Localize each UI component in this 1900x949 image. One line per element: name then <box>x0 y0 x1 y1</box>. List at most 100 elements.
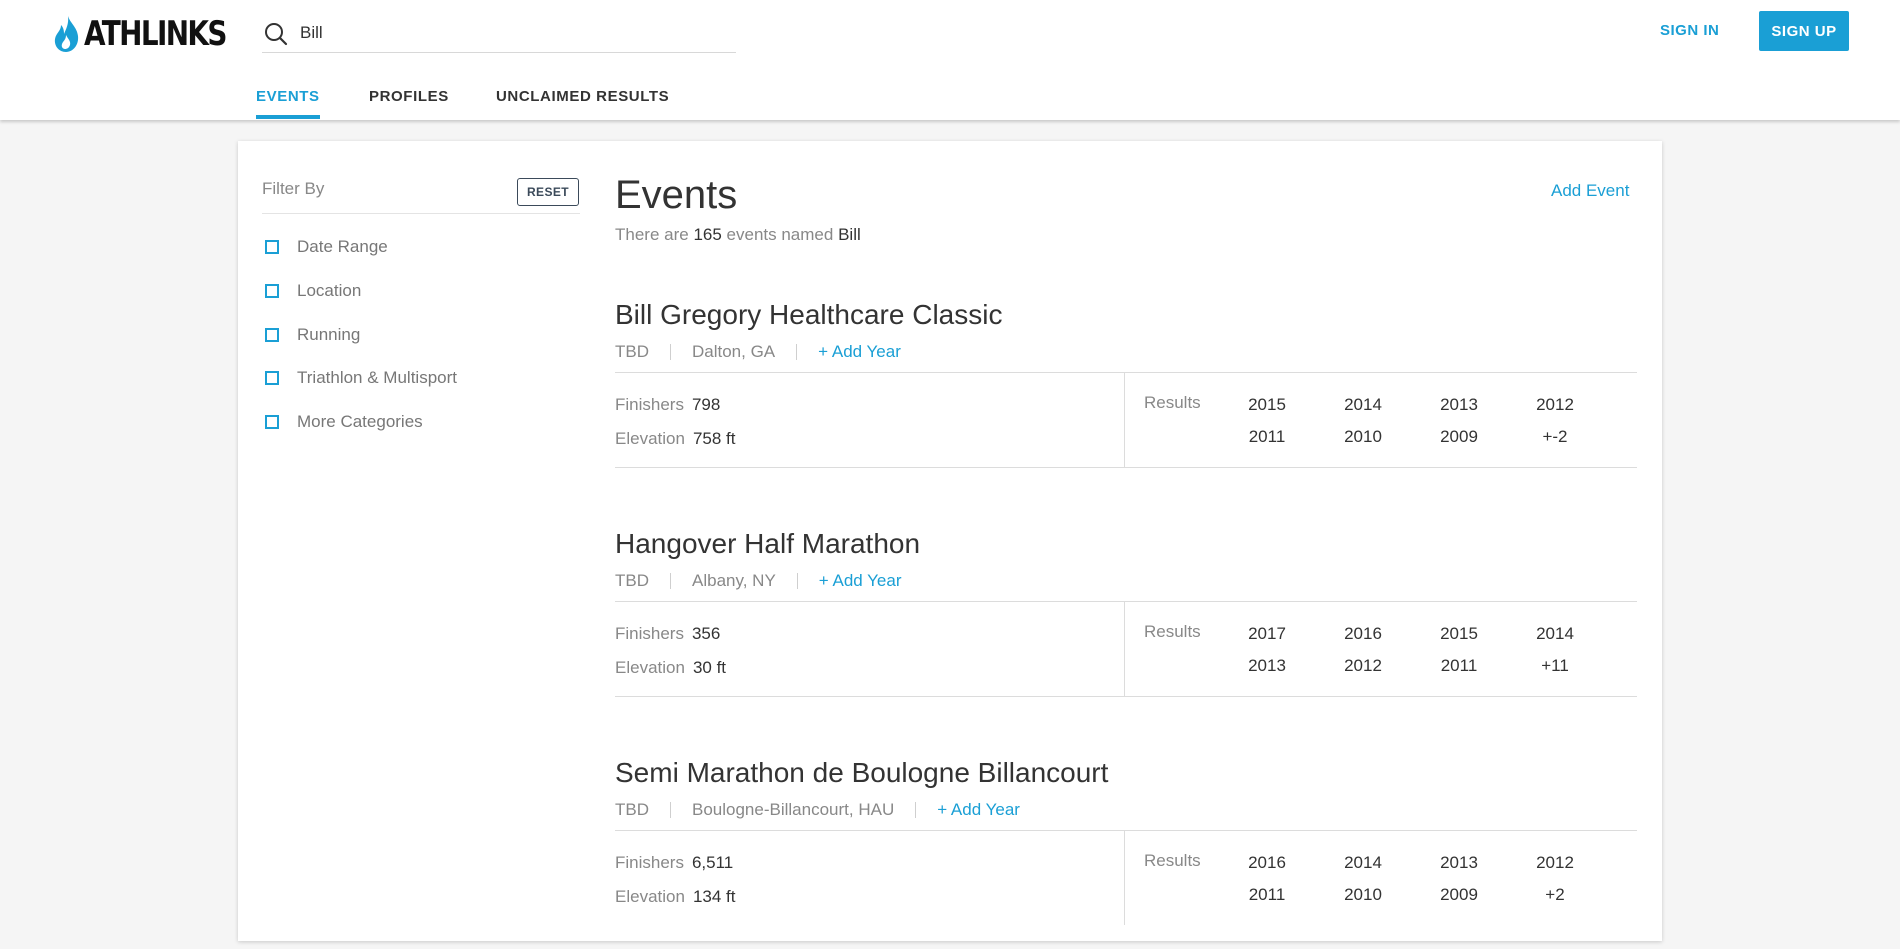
filter-running[interactable]: Running <box>265 324 360 346</box>
result-year-link[interactable]: 2015 <box>1429 624 1489 644</box>
filter-label: Location <box>297 281 362 300</box>
event-card: Bill Gregory Healthcare Classic TBD Dalt… <box>615 299 1637 491</box>
more-years-link[interactable]: +2 <box>1525 885 1585 905</box>
result-year-link[interactable]: 2010 <box>1333 885 1393 905</box>
event-meta: TBD Dalton, GA + Add Year <box>615 341 901 363</box>
result-year-link[interactable]: 2014 <box>1525 624 1585 644</box>
tab-events-label: EVENTS <box>256 88 320 105</box>
checkbox-icon[interactable] <box>265 240 279 254</box>
result-year-link[interactable]: 2011 <box>1429 656 1489 676</box>
result-year-link[interactable]: 2014 <box>1333 853 1393 873</box>
tab-events[interactable]: EVENTS <box>256 88 320 119</box>
checkbox-icon[interactable] <box>265 415 279 429</box>
filter-location[interactable]: Location <box>265 280 361 302</box>
column-divider <box>1124 831 1125 925</box>
event-name-link[interactable]: Semi Marathon de Boulogne Billancourt <box>615 757 1108 789</box>
finishers-label: Finishers <box>615 395 684 414</box>
filter-date-range[interactable]: Date Range <box>265 236 388 258</box>
sign-up-button[interactable]: SIGN UP <box>1759 11 1849 51</box>
finishers-stat: Finishers 6,511 <box>615 853 733 873</box>
search-input[interactable] <box>298 20 722 46</box>
event-location: Boulogne-Billancourt, HAU <box>692 800 895 819</box>
result-year-link[interactable]: 2016 <box>1237 853 1297 873</box>
finishers-label: Finishers <box>615 853 684 872</box>
event-meta: TBD Boulogne-Billancourt, HAU + Add Year <box>615 799 1020 821</box>
result-year-link[interactable]: 2012 <box>1525 395 1585 415</box>
results-label: Results <box>1144 622 1201 641</box>
finishers-value: 6,511 <box>691 853 734 872</box>
event-date: TBD <box>615 342 649 361</box>
more-years-link[interactable]: +-2 <box>1525 427 1585 447</box>
checkbox-icon[interactable] <box>265 284 279 298</box>
logo-text: ATHLINKS <box>84 14 227 54</box>
column-divider <box>1124 602 1125 696</box>
meta-divider <box>915 802 917 818</box>
result-year-link[interactable]: 2013 <box>1429 395 1489 415</box>
results-card: Filter By RESET Date Range Location Runn… <box>238 141 1662 941</box>
checkbox-icon[interactable] <box>265 328 279 342</box>
result-year-link[interactable]: 2013 <box>1237 656 1297 676</box>
filter-triathlon-multisport[interactable]: Triathlon & Multisport <box>265 367 457 389</box>
sign-in-link[interactable]: SIGN IN <box>1660 22 1719 39</box>
event-name-link[interactable]: Hangover Half Marathon <box>615 528 920 560</box>
add-year-link[interactable]: + Add Year <box>937 800 1020 820</box>
event-location: Albany, NY <box>692 571 776 590</box>
result-year-link[interactable]: 2010 <box>1333 427 1393 447</box>
add-event-link[interactable]: Add Event <box>1551 181 1629 201</box>
elevation-value: 758 ft <box>692 429 736 448</box>
finishers-stat: Finishers 356 <box>615 624 720 644</box>
meta-divider <box>670 573 671 589</box>
top-navigation-bar: ATHLINKS SIGN IN SIGN UP EVENTS PROFILES… <box>0 0 1900 120</box>
event-name-link[interactable]: Bill Gregory Healthcare Classic <box>615 299 1002 331</box>
elevation-label: Elevation <box>615 658 685 677</box>
checkbox-icon[interactable] <box>265 371 279 385</box>
divider <box>615 830 1637 831</box>
result-year-link[interactable]: 2017 <box>1237 624 1297 644</box>
athlinks-logo[interactable]: ATHLINKS <box>52 14 257 54</box>
add-year-link[interactable]: + Add Year <box>819 571 902 591</box>
event-card: Semi Marathon de Boulogne Billancourt TB… <box>615 757 1637 949</box>
search-query: Bill <box>838 225 861 244</box>
reset-filters-button[interactable]: RESET <box>517 178 579 206</box>
tab-profiles[interactable]: PROFILES <box>369 88 449 105</box>
result-year-link[interactable]: 2011 <box>1237 885 1297 905</box>
filter-label: Triathlon & Multisport <box>297 368 457 387</box>
elevation-label: Elevation <box>615 429 685 448</box>
active-tab-indicator <box>256 115 320 119</box>
column-divider <box>1124 373 1125 467</box>
result-year-link[interactable]: 2015 <box>1237 395 1297 415</box>
result-year-link[interactable]: 2013 <box>1429 853 1489 873</box>
summary-prefix: There are <box>615 225 689 244</box>
event-card: Hangover Half Marathon TBD Albany, NY + … <box>615 528 1637 720</box>
results-summary: There are 165 events named Bill <box>615 225 861 245</box>
result-year-link[interactable]: 2011 <box>1237 427 1297 447</box>
result-year-link[interactable]: 2014 <box>1333 395 1393 415</box>
tab-unclaimed-results[interactable]: UNCLAIMED RESULTS <box>496 88 669 105</box>
search-bar <box>262 16 736 53</box>
filter-divider <box>262 213 580 214</box>
elevation-label: Elevation <box>615 887 685 906</box>
result-year-link[interactable]: 2012 <box>1333 656 1393 676</box>
filter-label: Date Range <box>297 237 388 256</box>
add-year-link[interactable]: + Add Year <box>818 342 901 362</box>
result-year-link[interactable]: 2009 <box>1429 427 1489 447</box>
finishers-value: 798 <box>691 395 721 414</box>
event-meta: TBD Albany, NY + Add Year <box>615 570 902 592</box>
event-date: TBD <box>615 800 649 819</box>
filter-label: More Categories <box>297 412 423 431</box>
filter-more-categories[interactable]: More Categories <box>265 411 423 433</box>
result-year-link[interactable]: 2009 <box>1429 885 1489 905</box>
meta-divider <box>796 573 798 589</box>
finishers-label: Finishers <box>615 624 684 643</box>
elevation-stat: Elevation 30 ft <box>615 658 726 678</box>
elevation-value: 30 ft <box>692 658 727 677</box>
divider <box>615 696 1637 697</box>
tab-profiles-label: PROFILES <box>369 88 449 105</box>
result-year-link[interactable]: 2016 <box>1333 624 1393 644</box>
filter-title: Filter By <box>262 179 325 198</box>
result-count: 165 <box>693 225 722 244</box>
filter-label: Running <box>297 325 361 344</box>
result-year-link[interactable]: 2012 <box>1525 853 1585 873</box>
search-icon[interactable] <box>264 22 288 46</box>
more-years-link[interactable]: +11 <box>1525 656 1585 676</box>
